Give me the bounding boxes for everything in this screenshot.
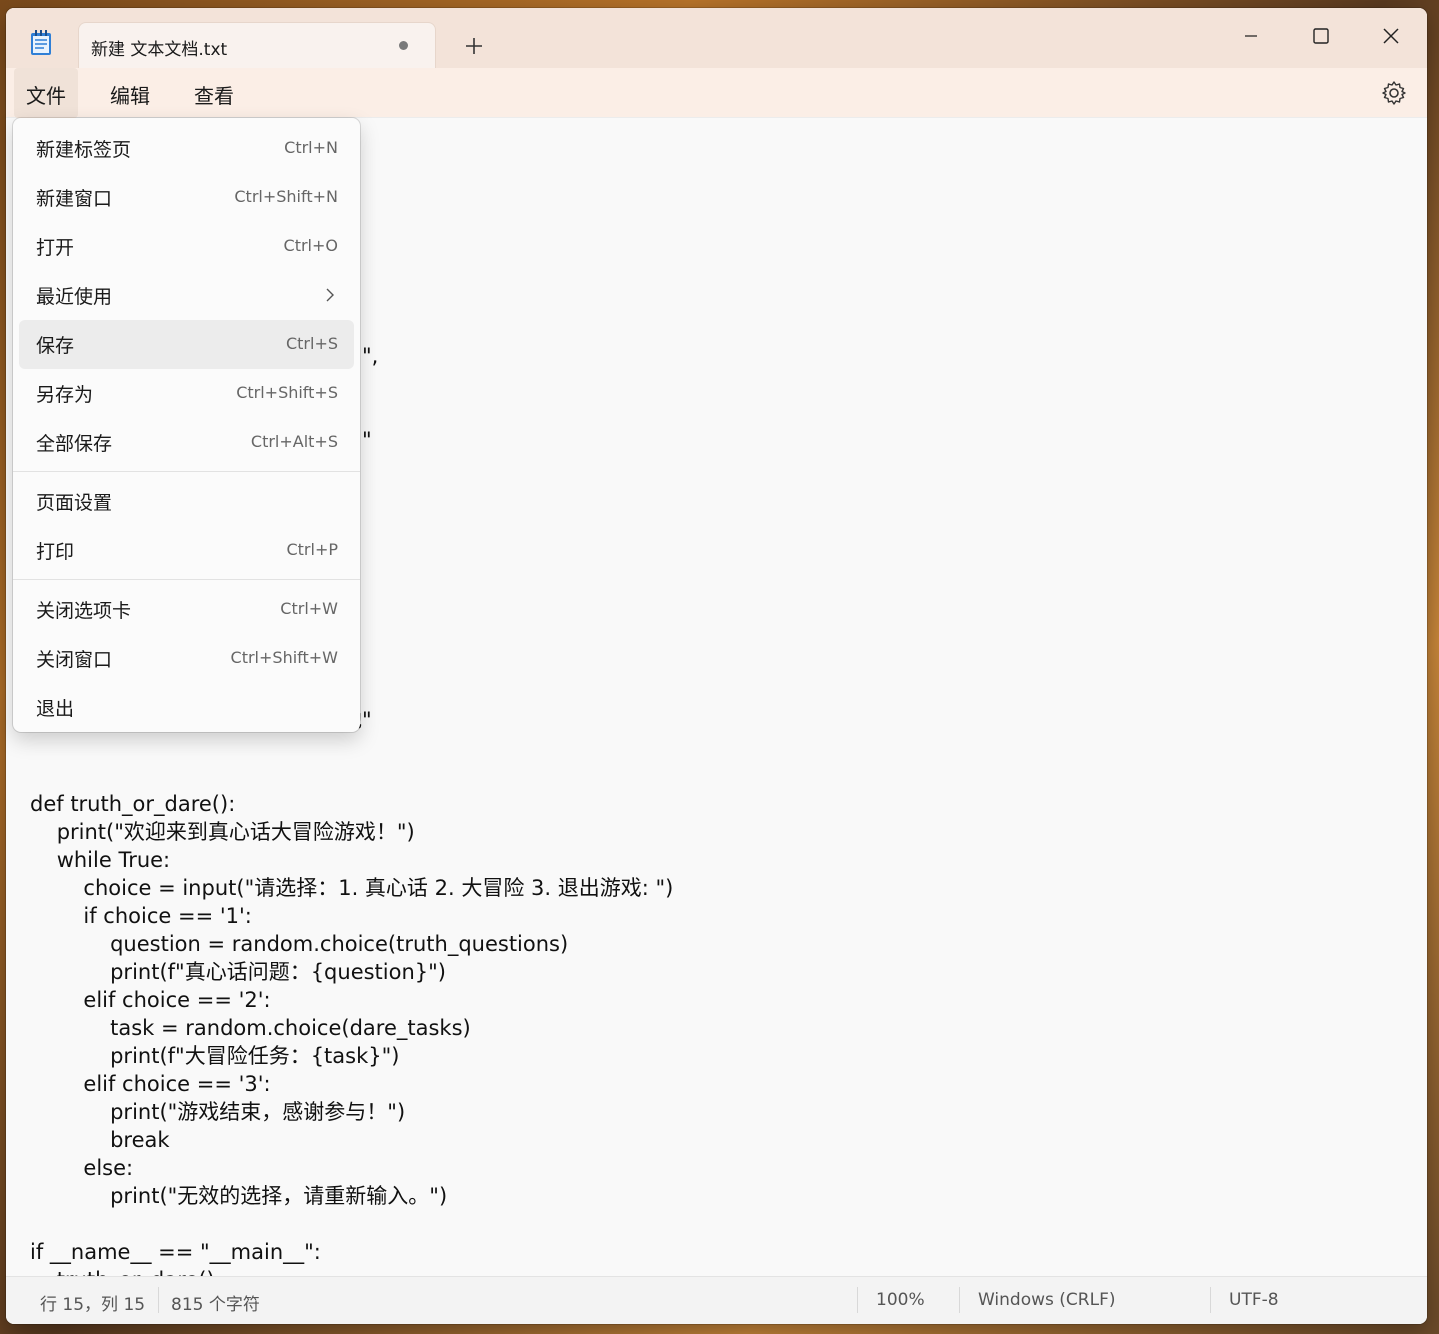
editor-line[interactable]: print("游戏结束，感谢参与！") bbox=[30, 1098, 1417, 1126]
close-icon bbox=[1383, 28, 1399, 44]
editor-line[interactable]: def truth_or_dare(): bbox=[30, 790, 1417, 818]
encoding[interactable]: UTF-8 bbox=[1229, 1290, 1279, 1310]
menu-item-label: 打印 bbox=[36, 541, 75, 563]
editor-line[interactable]: if __name__ == "__main__": bbox=[30, 1238, 1417, 1266]
status-divider bbox=[158, 1287, 159, 1313]
menu-item-label: 保存 bbox=[36, 335, 75, 357]
menu-item-new-tab[interactable]: 新建标签页 Ctrl+N bbox=[19, 124, 354, 173]
menu-item-close-window[interactable]: 关闭窗口 Ctrl+Shift+W bbox=[19, 634, 354, 683]
menu-item-print[interactable]: 打印 Ctrl+P bbox=[19, 526, 354, 575]
editor-line[interactable]: elif choice == '3': bbox=[30, 1070, 1417, 1098]
minimize-button[interactable] bbox=[1228, 18, 1274, 54]
gear-icon[interactable] bbox=[1381, 80, 1407, 106]
menu-item-close-tab[interactable]: 关闭选项卡 Ctrl+W bbox=[19, 585, 354, 634]
editor-line[interactable]: while True: bbox=[30, 846, 1417, 874]
menu-item-label: 全部保存 bbox=[36, 433, 113, 455]
notepad-icon bbox=[31, 30, 51, 55]
menu-item-label: 另存为 bbox=[36, 384, 94, 406]
menu-view[interactable]: 查看 bbox=[182, 68, 246, 118]
status-divider bbox=[959, 1287, 960, 1313]
chevron-right-icon bbox=[326, 288, 334, 302]
editor-line[interactable]: if choice == '1': bbox=[30, 902, 1417, 930]
menu-item-save-as[interactable]: 另存为 Ctrl+Shift+S bbox=[19, 369, 354, 418]
menu-item-save-all[interactable]: 全部保存 Ctrl+Alt+S bbox=[19, 418, 354, 467]
menu-item-shortcut: Ctrl+Shift+N bbox=[234, 187, 338, 206]
new-tab-button[interactable] bbox=[460, 32, 488, 60]
editor-line[interactable]: choice = input("请选择：1. 真心话 2. 大冒险 3. 退出游… bbox=[30, 874, 1417, 902]
cursor-position: 行 15，列 15 bbox=[40, 1295, 146, 1315]
menu-divider bbox=[13, 579, 360, 580]
menu-item-shortcut: Ctrl+S bbox=[285, 334, 338, 353]
menu-bar: 文件 编辑 查看 bbox=[6, 68, 1427, 118]
character-count: 815 个字符 bbox=[171, 1295, 260, 1315]
menu-item-label: 关闭窗口 bbox=[36, 649, 113, 671]
menu-item-new-window[interactable]: 新建窗口 Ctrl+Shift+N bbox=[19, 173, 354, 222]
menu-item-shortcut: Ctrl+Shift+W bbox=[230, 648, 338, 667]
unsaved-dot-icon[interactable] bbox=[399, 41, 408, 50]
editor-line[interactable] bbox=[30, 1210, 1417, 1238]
menu-item-shortcut: Ctrl+Alt+S bbox=[250, 432, 338, 451]
title-bar: 新建 文本文档.txt bbox=[6, 8, 1427, 68]
menu-item-label: 关闭选项卡 bbox=[36, 600, 132, 622]
close-window-button[interactable] bbox=[1368, 18, 1414, 54]
menu-item-label: 新建窗口 bbox=[36, 188, 113, 210]
maximize-icon bbox=[1313, 28, 1329, 44]
editor-line[interactable]: print("欢迎来到真心话大冒险游戏！") bbox=[30, 818, 1417, 846]
menu-edit[interactable]: 编辑 bbox=[98, 68, 162, 118]
zoom-level[interactable]: 100% bbox=[876, 1290, 925, 1310]
menu-item-save[interactable]: 保存 Ctrl+S bbox=[19, 320, 354, 369]
menu-divider bbox=[13, 471, 360, 472]
menu-item-shortcut: Ctrl+O bbox=[283, 236, 338, 255]
line-ending[interactable]: Windows (CRLF) bbox=[978, 1290, 1116, 1310]
status-divider bbox=[1210, 1287, 1211, 1313]
minimize-icon bbox=[1245, 35, 1257, 37]
editor-line[interactable]: question = random.choice(truth_questions… bbox=[30, 930, 1417, 958]
menu-item-shortcut: Ctrl+Shift+S bbox=[236, 383, 338, 402]
menu-item-label: 最近使用 bbox=[36, 286, 113, 308]
menu-item-shortcut: Ctrl+P bbox=[286, 540, 338, 559]
editor-line[interactable] bbox=[30, 762, 1417, 790]
document-tab[interactable]: 新建 文本文档.txt bbox=[78, 22, 436, 68]
menu-item-label: 页面设置 bbox=[36, 492, 113, 514]
menu-item-exit[interactable]: 退出 bbox=[19, 683, 354, 732]
menu-item-label: 退出 bbox=[36, 698, 75, 720]
menu-item-page-setup[interactable]: 页面设置 bbox=[19, 477, 354, 526]
editor-line[interactable]: print("无效的选择，请重新输入。") bbox=[30, 1182, 1417, 1210]
menu-item-recent[interactable]: 最近使用 bbox=[19, 271, 354, 320]
file-menu-dropdown: 新建标签页 Ctrl+N 新建窗口 Ctrl+Shift+N 打开 Ctrl+O… bbox=[13, 118, 360, 732]
editor-line[interactable]: task = random.choice(dare_tasks) bbox=[30, 1014, 1417, 1042]
menu-file[interactable]: 文件 bbox=[14, 68, 78, 118]
plus-icon bbox=[466, 38, 482, 54]
menu-item-open[interactable]: 打开 Ctrl+O bbox=[19, 222, 354, 271]
status-divider bbox=[857, 1287, 858, 1313]
maximize-button[interactable] bbox=[1298, 18, 1344, 54]
menu-item-shortcut: Ctrl+W bbox=[280, 599, 338, 618]
tab-title: 新建 文本文档.txt bbox=[91, 40, 228, 60]
editor-line[interactable]: break bbox=[30, 1126, 1417, 1154]
status-bar: 行 15，列 15 815 个字符 100% Windows (CRLF) UT… bbox=[6, 1276, 1427, 1324]
editor-line[interactable]: print(f"大冒险任务：{task}") bbox=[30, 1042, 1417, 1070]
menu-item-shortcut: Ctrl+N bbox=[284, 138, 338, 157]
editor-line[interactable]: print(f"真心话问题：{question}") bbox=[30, 958, 1417, 986]
editor-line[interactable]: else: bbox=[30, 1154, 1417, 1182]
editor-line[interactable]: elif choice == '2': bbox=[30, 986, 1417, 1014]
menu-item-label: 打开 bbox=[36, 237, 75, 259]
menu-item-label: 新建标签页 bbox=[36, 139, 132, 161]
editor-line[interactable] bbox=[30, 734, 1417, 762]
